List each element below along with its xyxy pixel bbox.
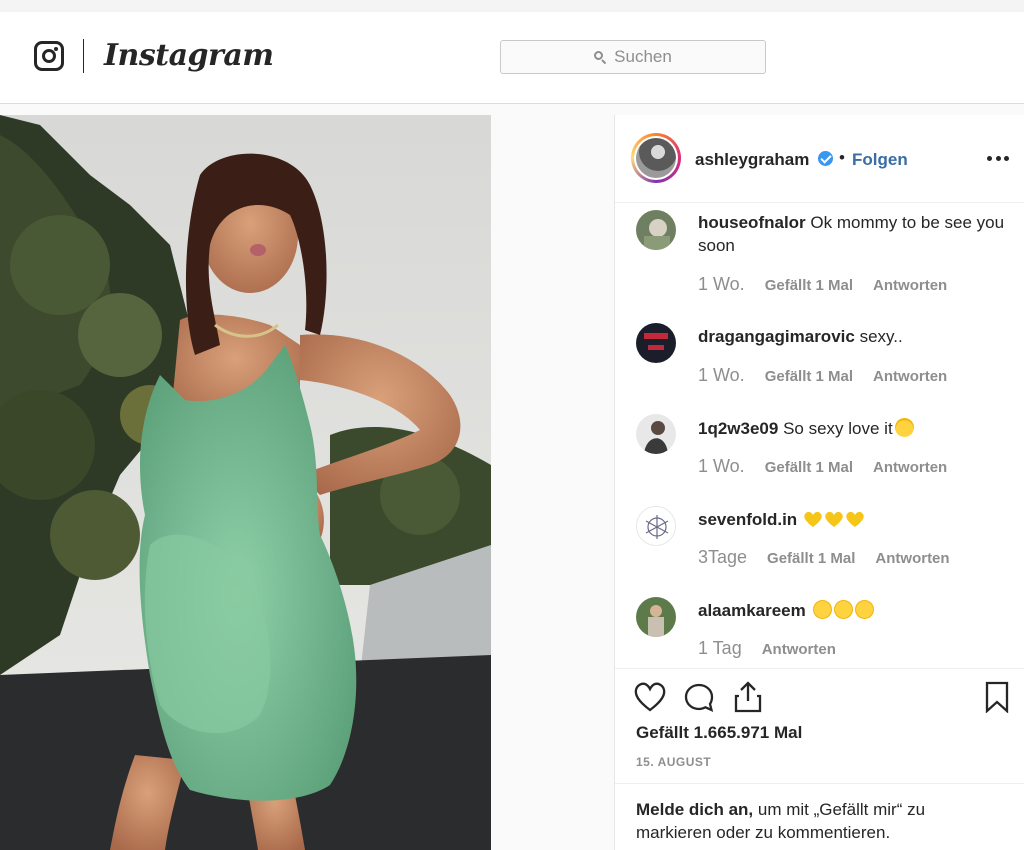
comment-meta: 1 Wo. Gefällt 1 Mal Antworten [698,365,967,386]
reply-button[interactable]: Antworten [873,368,947,385]
browser-edge [0,0,1024,12]
comment-username[interactable]: houseofnalor [698,213,806,232]
comment-likes[interactable]: Gefällt 1 Mal [765,368,853,385]
follow-button[interactable]: Folgen [852,150,908,170]
login-prompt: Melde dich an, um mit „Gefällt mir“ zu m… [615,783,1024,850]
comment-likes[interactable]: Gefällt 1 Mal [767,550,855,567]
comment-text: houseofnalor Ok mommy to be see you soon [698,213,1005,255]
kissing-face-emoji-icon [833,600,853,619]
author-avatar[interactable] [631,133,681,183]
comment-meta: 1 Tag Antworten [698,638,856,659]
comment-age[interactable]: 1 Wo. [698,456,745,477]
comment-age[interactable]: 1 Tag [698,638,742,659]
comment-text: sevenfold.in [698,508,1008,531]
kissing-face-emoji-icon [854,600,874,619]
verified-badge-icon [818,151,833,166]
top-navigation-bar: Instagram Suchen [0,0,1024,104]
comment-likes[interactable]: Gefällt 1 Mal [765,459,853,476]
logo-divider [83,39,84,73]
reply-button[interactable]: Antworten [875,550,949,567]
comment-meta: 1 Wo. Gefällt 1 Mal Antworten [698,274,967,295]
more-options-icon[interactable] [987,156,1009,162]
instagram-glyph-icon[interactable] [34,41,64,71]
search-input[interactable]: Suchen [500,40,766,74]
share-icon[interactable] [733,680,763,714]
comment-age[interactable]: 3Tage [698,547,747,568]
comment-age[interactable]: 1 Wo. [698,365,745,386]
comment-likes[interactable]: Gefällt 1 Mal [765,277,853,294]
reply-button[interactable]: Antworten [873,459,947,476]
author-username[interactable]: ashleygraham [695,150,809,170]
comment-avatar[interactable] [636,414,676,454]
reply-button[interactable]: Antworten [873,277,947,294]
comment-avatar[interactable] [636,506,676,546]
comment-username[interactable]: alaamkareem [698,601,806,620]
comment-username[interactable]: sevenfold.in [698,510,797,529]
kissing-face-emoji-icon [812,600,832,619]
post-header: ashleygraham • Folgen [615,115,1024,203]
comment-username[interactable]: dragangagimarovic [698,327,855,346]
comment-username[interactable]: 1q2w3e09 [698,419,778,438]
comment-text: 1q2w3e09 So sexy love it [698,417,1008,440]
heart-icon[interactable] [634,682,666,712]
comment-text: dragangagimarovic sexy.. [698,327,903,346]
comment-avatar[interactable] [636,323,676,363]
comment-avatar[interactable] [636,597,676,637]
heart-eyes-emoji-icon [894,418,914,437]
likes-count[interactable]: Gefällt 1.665.971 Mal [636,723,802,743]
comment-bubble-icon[interactable] [683,682,715,714]
post-sidebar: ashleygraham • Folgen houseofnalor Ok mo… [614,115,1024,850]
comment-age[interactable]: 1 Wo. [698,274,745,295]
comment-meta: 1 Wo. Gefällt 1 Mal Antworten [698,456,967,477]
post-photo-image [0,115,491,850]
search-icon [594,51,606,63]
comment-text: alaamkareem [698,599,1008,622]
author-avatar-image [636,138,676,178]
comment-meta: 3Tage Gefällt 1 Mal Antworten [698,547,970,568]
comment-avatar[interactable] [636,210,676,250]
post-photo[interactable] [0,115,491,850]
instagram-wordmark[interactable]: Instagram [104,38,274,73]
yellow-heart-emoji-icon [846,511,864,527]
post-date[interactable]: 15. AUGUST [636,755,711,769]
separator-dot: • [839,148,845,167]
yellow-heart-emoji-icon [825,511,843,527]
bookmark-icon[interactable] [984,681,1010,713]
reply-button[interactable]: Antworten [762,641,836,658]
search-placeholder: Suchen [614,47,672,66]
yellow-heart-emoji-icon [804,511,822,527]
login-link[interactable]: Melde dich an, [636,800,753,819]
